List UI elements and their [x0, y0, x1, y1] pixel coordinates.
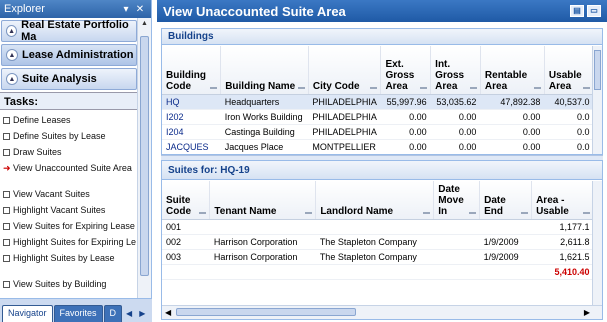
explorer-panel: Explorer ▾ ✕ ▲ Real Estate Portfolio Ma … — [0, 0, 152, 322]
task-view-suites-by-building[interactable]: View Suites by Building — [0, 276, 138, 292]
total-row: 5,410.40 — [162, 264, 594, 280]
section-real-estate-portfolio[interactable]: ▲ Real Estate Portfolio Ma — [1, 19, 137, 43]
chevron-up-icon: ▲ — [6, 73, 18, 85]
tab-prev-icon[interactable]: ◀ — [123, 305, 135, 322]
table-row[interactable]: HQ Headquarters PHILADELPHIA 55,997.96 53,03… — [162, 94, 594, 110]
total-area-usable: 5,410.40 — [531, 264, 594, 280]
scroll-left-icon[interactable]: ◀ — [165, 308, 171, 317]
print-icon[interactable]: ▤ — [570, 5, 584, 17]
task-box-icon — [3, 116, 10, 124]
scroll-thumb[interactable] — [594, 50, 601, 90]
col-date-move-in[interactable]: Date Move In — [433, 181, 481, 220]
col-suite-code[interactable]: Suite Code — [162, 181, 211, 220]
chevron-down-icon: ▲ — [6, 25, 18, 37]
main-header: View Unaccounted Suite Area ▤ ▭ — [157, 0, 607, 22]
task-label: Draw Suites — [13, 147, 62, 157]
suites-table: Suite Code Tenant Name Landlord Name Dat… — [162, 181, 594, 280]
task-box-icon — [3, 148, 10, 156]
close-icon[interactable]: ✕ — [133, 4, 147, 15]
scroll-up-icon[interactable]: ▲ — [141, 20, 148, 27]
task-label: View Unaccounted Suite Area — [13, 163, 132, 173]
task-highlight-suites-by-lease[interactable]: Highlight Suites by Lease — [0, 250, 138, 266]
suites-horizontal-scrollbar[interactable]: ◀ ▶ — [162, 305, 602, 319]
col-int-gross-area[interactable]: Int. Gross Area — [430, 46, 481, 95]
col-usable-area[interactable]: Usable Area — [544, 46, 594, 95]
main-panel: View Unaccounted Suite Area ▤ ▭ Building… — [157, 0, 607, 322]
section-label: Real Estate Portfolio Ma — [21, 19, 129, 43]
task-box-icon — [3, 132, 10, 140]
task-highlight-vacant-suites[interactable]: Highlight Vacant Suites — [0, 202, 138, 218]
tab-next-icon[interactable]: ▶ — [136, 305, 148, 322]
task-label: View Suites for Expiring Lease — [13, 221, 135, 231]
task-box-icon — [3, 280, 10, 288]
arrow-right-icon: ➜ — [3, 162, 11, 173]
col-rentable-area[interactable]: Rentable Area — [480, 46, 545, 95]
pin-icon[interactable]: ▾ — [119, 4, 133, 15]
task-define-suites-by-lease[interactable]: Define Suites by Lease — [0, 128, 138, 144]
task-label: View Vacant Suites — [13, 189, 90, 199]
tasks-heading: Tasks: — [0, 92, 138, 110]
task-label: Highlight Vacant Suites — [13, 205, 106, 215]
table-row[interactable]: 002 Harrison Corporation The Stapleton Com… — [162, 234, 594, 250]
task-box-icon — [3, 190, 10, 198]
suites-panel: Suites for: HQ-19 Suite Code Tenant Name… — [161, 160, 603, 320]
task-label: Define Suites by Lease — [13, 131, 106, 141]
task-view-vacant-suites[interactable]: View Vacant Suites — [0, 186, 138, 202]
explorer-body: ▲ Real Estate Portfolio Ma ▲ Lease Admin… — [0, 18, 138, 298]
explorer-header: Explorer ▾ ✕ — [0, 0, 151, 18]
task-label: Define Leases — [13, 115, 71, 125]
maximize-icon[interactable]: ▭ — [587, 5, 601, 17]
col-ext-gross-area[interactable]: Ext. Gross Area — [380, 46, 432, 95]
chevron-down-icon: ▲ — [6, 49, 18, 61]
table-row[interactable]: I204 Castinga Building PHILADELPHIA 0.00 0.0… — [162, 124, 594, 140]
task-label: Highlight Suites by Lease — [13, 253, 115, 263]
explorer-tabs: Navigator Favorites D ◀ ▶ — [0, 298, 152, 322]
task-box-icon — [3, 254, 10, 262]
task-view-suites-expiring-lease[interactable]: View Suites for Expiring Lease — [0, 218, 138, 234]
col-building-name[interactable]: Building Name — [220, 46, 309, 95]
buildings-scrollbar[interactable] — [592, 46, 602, 154]
task-highlight-suites-expiring-lease[interactable]: Highlight Suites for Expiring Le — [0, 234, 138, 250]
section-suite-analysis[interactable]: ▲ Suite Analysis — [1, 68, 137, 90]
buildings-panel: Buildings Building Code Building Name Ci… — [161, 28, 603, 155]
col-area-usable[interactable]: Area - Usable — [531, 181, 594, 220]
task-box-icon — [3, 238, 10, 246]
task-define-leases[interactable]: Define Leases — [0, 112, 138, 128]
buildings-table: Building Code Building Name City Code Ex… — [162, 46, 594, 154]
task-box-icon — [3, 206, 10, 214]
table-row[interactable]: 003 Harrison Corporation The Stapleton Com… — [162, 249, 594, 265]
page-title: View Unaccounted Suite Area — [163, 3, 346, 19]
task-box-icon — [3, 222, 10, 230]
col-date-end[interactable]: Date End — [479, 181, 533, 220]
task-view-unaccounted-suite-area[interactable]: ➜ View Unaccounted Suite Area — [0, 160, 138, 176]
explorer-scrollbar[interactable]: ▲ — [137, 18, 151, 298]
scroll-right-icon[interactable]: ▶ — [584, 308, 590, 317]
col-tenant-name[interactable]: Tenant Name — [209, 181, 317, 220]
tab-navigator[interactable]: Navigator — [2, 305, 53, 322]
tab-favorites[interactable]: Favorites — [53, 305, 103, 322]
task-label: View Suites by Building — [13, 279, 107, 289]
explorer-title: Explorer — [4, 3, 45, 15]
table-row[interactable]: JACQUES Jacques Place MONTPELLIER 0.00 0.00 0… — [162, 139, 594, 154]
col-landlord-name[interactable]: Landlord Name — [315, 181, 435, 220]
section-label: Lease Administration — [22, 49, 134, 61]
col-building-code[interactable]: Building Code — [162, 46, 222, 95]
buildings-title: Buildings — [162, 29, 602, 45]
suites-title: Suites for: HQ-19 — [162, 161, 602, 180]
scroll-thumb[interactable] — [176, 308, 356, 316]
table-row[interactable]: 001 1,177.1 — [162, 219, 594, 235]
task-draw-suites[interactable]: Draw Suites — [0, 144, 138, 160]
suites-scrollbar[interactable] — [592, 181, 602, 305]
task-label: Highlight Suites for Expiring Le — [13, 237, 137, 247]
tab-d[interactable]: D — [103, 305, 123, 322]
section-label: Suite Analysis — [22, 73, 97, 85]
section-lease-administration[interactable]: ▲ Lease Administration — [1, 44, 137, 66]
scroll-thumb[interactable] — [140, 36, 149, 276]
col-city-code[interactable]: City Code — [308, 46, 382, 95]
table-row[interactable]: I202 Iron Works Building PHILADELPHIA 0.00 0… — [162, 109, 594, 125]
